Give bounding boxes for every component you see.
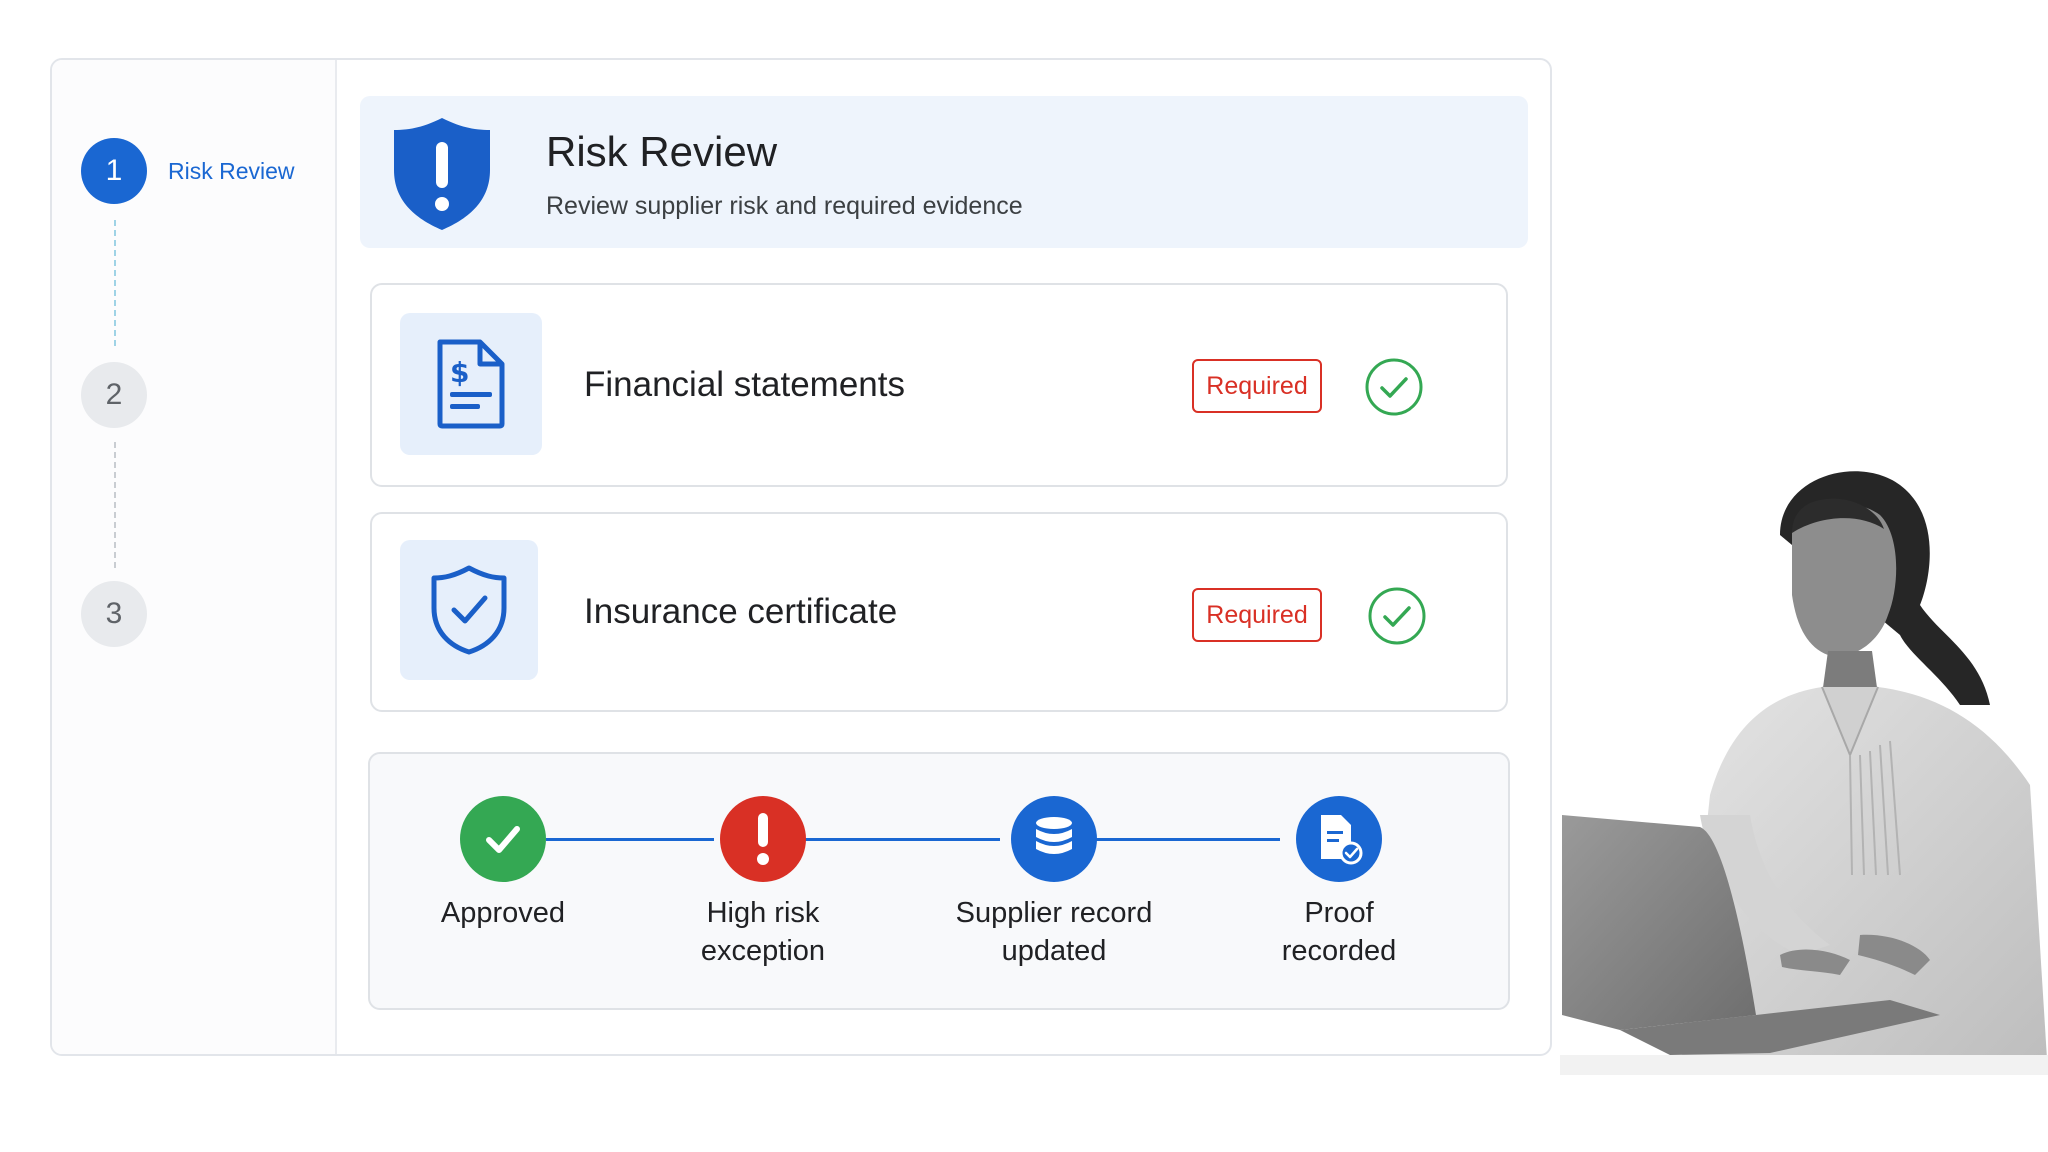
stepper-sidebar: 1 Risk Review 2 3: [52, 60, 337, 1054]
risk-review-header: Risk Review Review supplier risk and req…: [360, 96, 1528, 248]
exclamation-icon: [757, 813, 769, 865]
document-check-icon: [1321, 815, 1363, 865]
timeline-node-high-risk[interactable]: [720, 796, 806, 882]
app-window: 1 Risk Review 2 3 Risk Review Review sup…: [50, 58, 1552, 1056]
timeline-connector: [1094, 838, 1280, 841]
check-circle-icon[interactable]: [1364, 357, 1424, 417]
database-icon: [1036, 817, 1072, 854]
step-connector-2-3: [114, 442, 116, 568]
shield-check-icon: [431, 565, 507, 655]
step-1-indicator[interactable]: 1: [81, 138, 147, 204]
svg-text:$: $: [450, 356, 469, 389]
evidence-card-financial-statements[interactable]: $ Financial statements Required: [370, 283, 1508, 487]
check-icon: [486, 826, 520, 853]
step-connector-1-2: [114, 220, 116, 346]
required-badge: Required: [1192, 359, 1322, 413]
step-2-number: 2: [105, 378, 123, 411]
evidence-label: Financial statements: [584, 365, 905, 404]
step-3-indicator[interactable]: 3: [81, 581, 147, 647]
timeline-connector: [546, 838, 714, 841]
financial-document-icon-box: $: [400, 313, 542, 455]
required-badge: Required: [1192, 588, 1322, 642]
financial-document-icon: $: [437, 339, 505, 429]
timeline-connector: [804, 838, 1000, 841]
status-timeline: Approved High risk exception Supplier re…: [368, 752, 1510, 1010]
shield-check-icon-box: [400, 540, 538, 680]
timeline-label-approved: Approved: [440, 897, 566, 929]
step-1-label[interactable]: Risk Review: [168, 158, 295, 185]
page-subtitle: Review supplier risk and required eviden…: [546, 192, 1023, 220]
timeline-node-approved[interactable]: [460, 796, 546, 882]
timeline-node-proof-recorded[interactable]: [1296, 796, 1382, 882]
timeline-label-proof-recorded: Proof recorded: [1281, 897, 1397, 967]
page-title: Risk Review: [546, 128, 778, 175]
step-2-indicator[interactable]: 2: [81, 362, 147, 428]
evidence-label: Insurance certificate: [584, 592, 898, 631]
evidence-card-insurance-certificate[interactable]: Insurance certificate Required: [370, 512, 1508, 712]
shield-exclamation-icon: [394, 118, 490, 230]
person-using-laptop-image: [1560, 471, 2048, 1075]
step-1-number: 1: [105, 154, 123, 187]
check-circle-icon[interactable]: [1367, 586, 1427, 646]
timeline-label-high-risk: High risk exception: [700, 897, 826, 967]
step-3-number: 3: [105, 597, 123, 630]
timeline-node-supplier-record[interactable]: [1011, 796, 1097, 882]
timeline-label-supplier-record: Supplier record updated: [955, 897, 1153, 967]
